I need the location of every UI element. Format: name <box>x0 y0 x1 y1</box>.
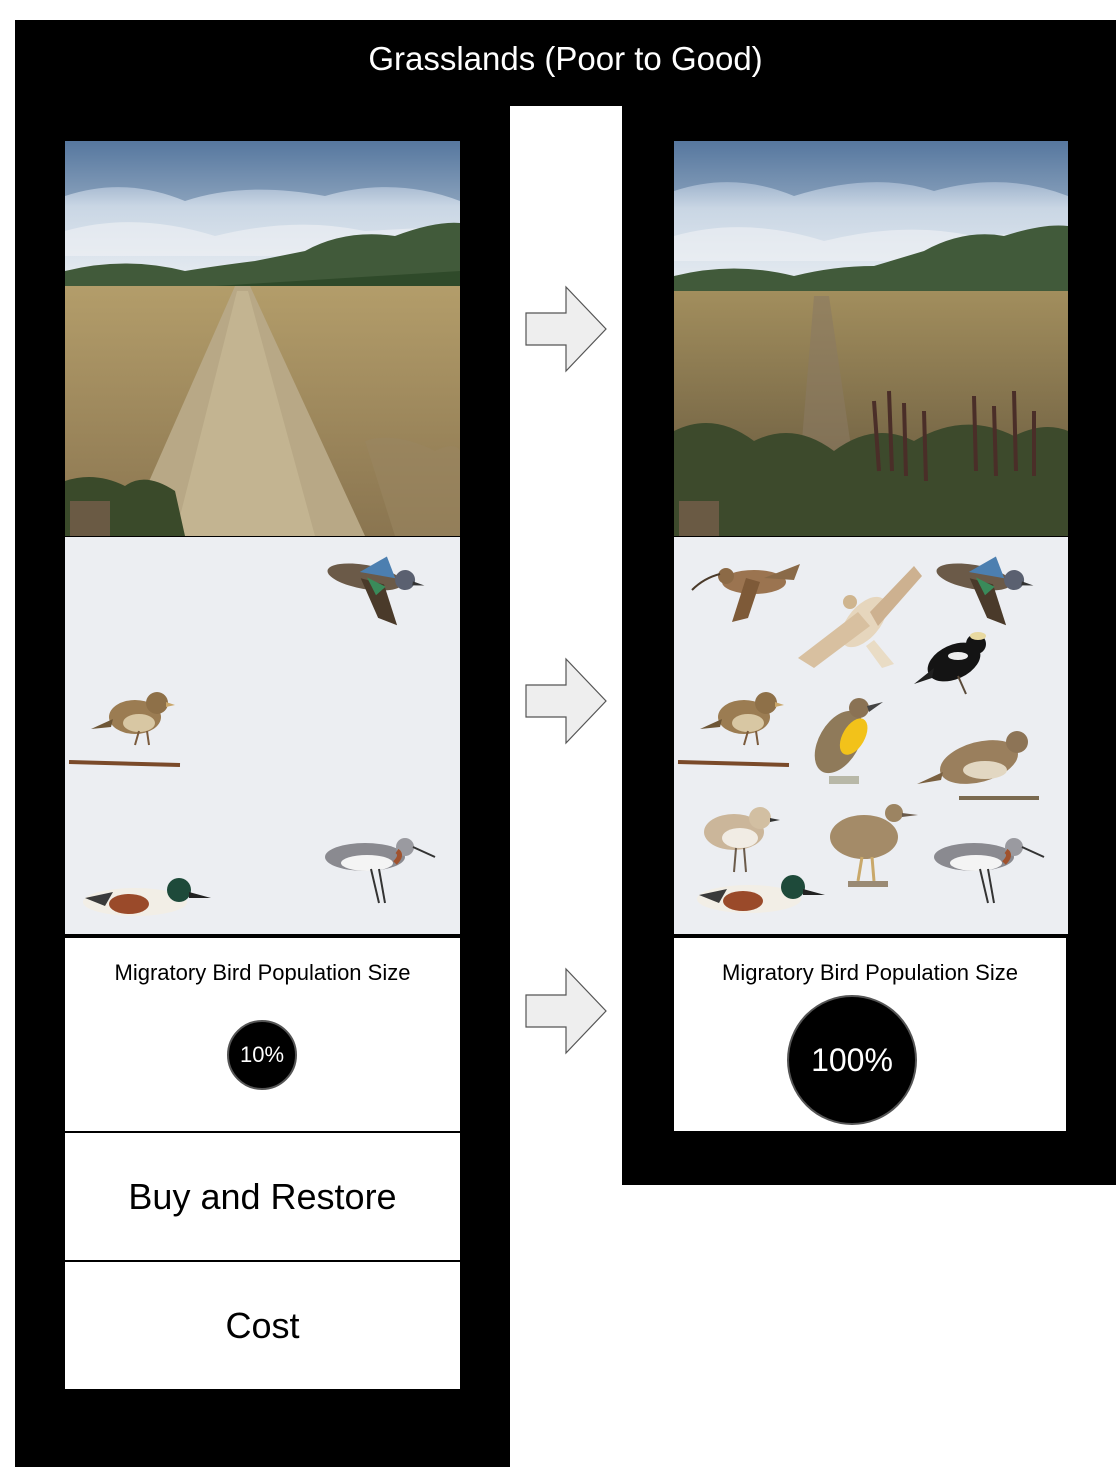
grasshopper-sparrow-icon <box>699 691 785 746</box>
right-population-box: Migratory Bird Population Size 100% <box>674 938 1066 1131</box>
wilsons-phalarope-icon <box>934 838 1044 903</box>
perch-branch <box>68 760 181 767</box>
arrow-right-icon <box>525 286 607 372</box>
population-value: 100% <box>811 1041 893 1078</box>
arrow-right-icon <box>525 968 607 1054</box>
blue-winged-teal-icon <box>320 546 429 629</box>
mountain-plover-icon <box>703 806 781 873</box>
ferruginous-hawk-icon <box>798 566 922 668</box>
population-label: Migratory Bird Population Size <box>114 960 411 985</box>
vesper-sparrow-icon <box>917 731 1039 800</box>
upland-sandpiper-icon <box>828 802 920 889</box>
good-grassland-photo <box>674 141 1068 536</box>
right-bird-panel <box>674 537 1068 934</box>
population-label: Migratory Bird Population Size <box>722 960 1018 985</box>
left-bird-panel <box>65 537 460 934</box>
grasshopper-sparrow-icon <box>90 691 176 746</box>
poor-grassland-photo <box>65 141 460 536</box>
arrow-right-icon <box>525 658 607 744</box>
cost-button[interactable]: Cost <box>65 1262 460 1389</box>
left-population-box: Migratory Bird Population Size 10% <box>65 938 460 1131</box>
northern-shoveler-icon <box>83 878 211 916</box>
perch-branch <box>677 760 790 767</box>
long-billed-curlew-icon <box>691 563 801 623</box>
western-meadowlark-icon <box>804 698 883 784</box>
population-value: 10% <box>239 1042 285 1067</box>
population-circle: 10% <box>227 1020 297 1090</box>
northern-shoveler-icon <box>697 875 825 913</box>
population-circle: 100% <box>787 995 917 1125</box>
wilsons-phalarope-icon <box>325 838 435 903</box>
bobolink-icon <box>913 631 988 695</box>
blue-winged-teal-icon <box>929 546 1038 629</box>
page-title: Grasslands (Poor to Good) <box>368 40 763 77</box>
buy-and-restore-button[interactable]: Buy and Restore <box>65 1133 460 1260</box>
